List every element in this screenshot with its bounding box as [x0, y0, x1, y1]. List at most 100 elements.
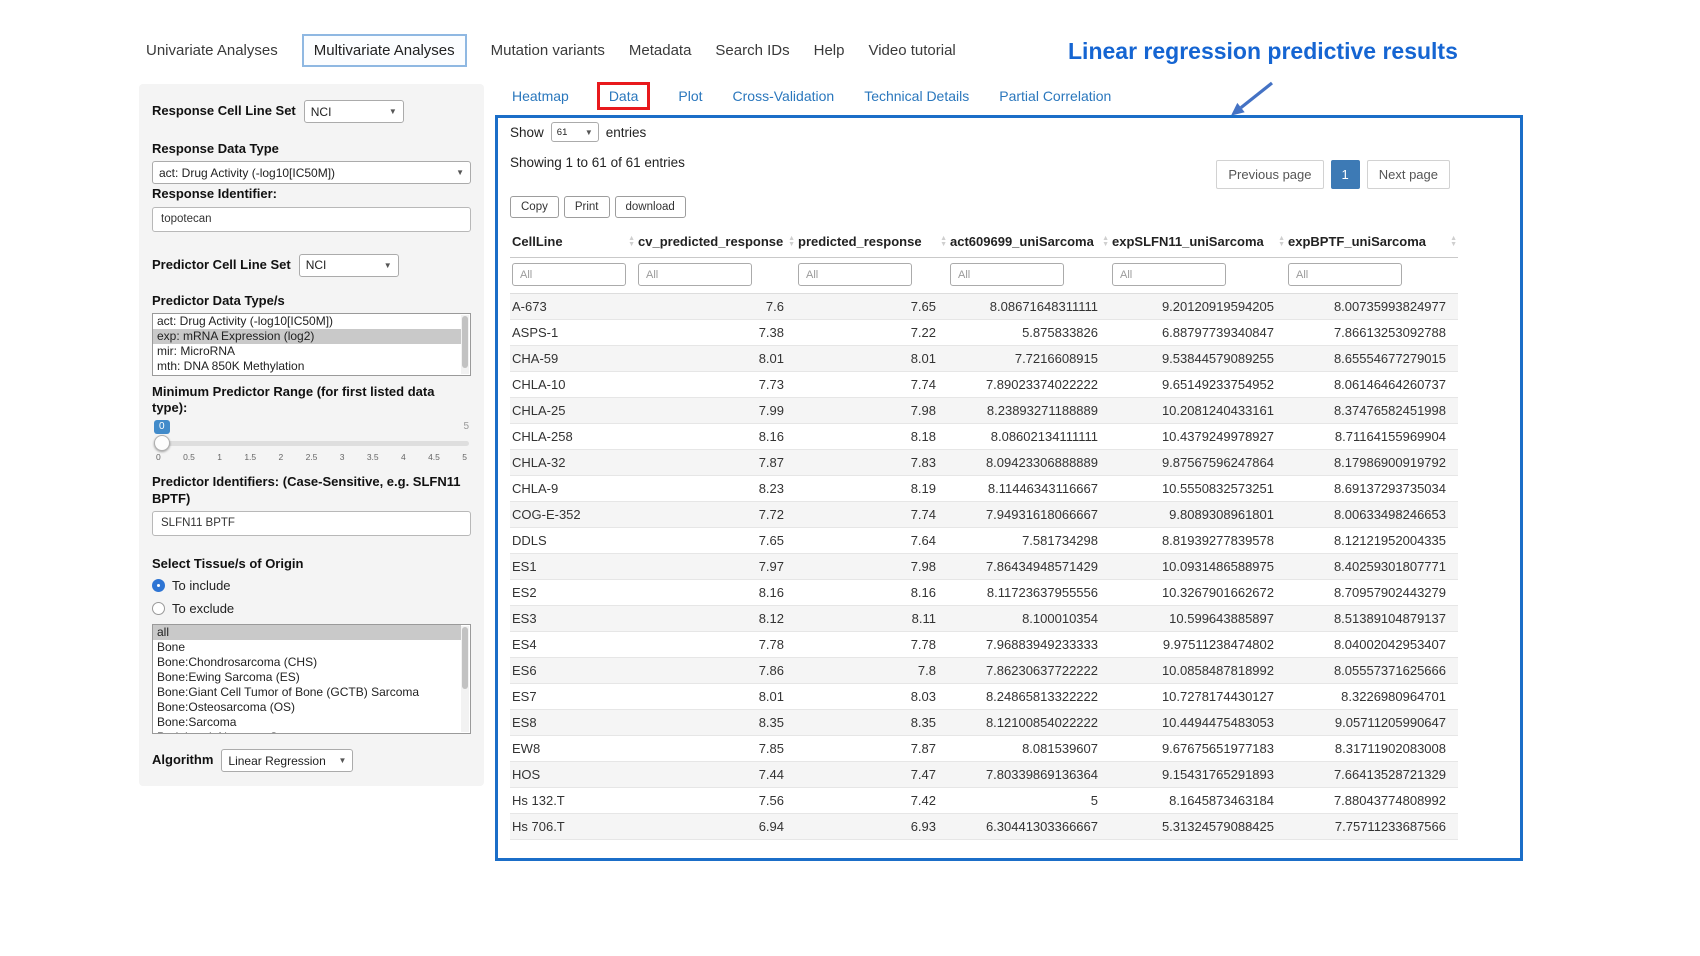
filter-cell	[636, 258, 796, 294]
cell-expbptf-unisarcoma: 8.3226980964701	[1286, 684, 1458, 710]
listbox-option[interactable]: mth: DNA 850K Methylation	[153, 359, 461, 374]
column-header[interactable]: CellLine ▲▼	[510, 226, 636, 258]
response-cell-line-set-select[interactable]: NCI ▼	[304, 100, 404, 123]
column-filter-input[interactable]	[512, 263, 626, 286]
scrollbar-thumb[interactable]	[462, 316, 468, 368]
listbox-option[interactable]: Bone:Giant Cell Tumor of Bone (GCTB) Sar…	[153, 685, 461, 700]
response-identifier-label: Response Identifier:	[152, 186, 471, 202]
tab-cross-validation[interactable]: Cross-Validation	[733, 88, 835, 104]
listbox-option[interactable]: Bone:Chondrosarcoma (CHS)	[153, 655, 461, 670]
cell-act609699-unisarcoma: 7.80339869136364	[948, 762, 1110, 788]
nav-item-video-tutorial[interactable]: Video tutorial	[868, 42, 955, 59]
slider-tick-label: 4	[401, 452, 406, 462]
slider-handle[interactable]	[154, 435, 170, 451]
nav-item-search-ids[interactable]: Search IDs	[715, 42, 789, 59]
tab-partial-correlation[interactable]: Partial Correlation	[999, 88, 1111, 104]
tab-data[interactable]: Data	[609, 88, 639, 104]
radio-to-exclude[interactable]: To exclude	[152, 601, 471, 616]
column-header[interactable]: cv_predicted_response ▲▼	[636, 226, 796, 258]
pagination-next-button[interactable]: Next page	[1367, 160, 1450, 189]
download-button[interactable]: download	[615, 196, 686, 218]
scrollbar[interactable]	[461, 315, 469, 374]
response-cell-line-set-value: NCI	[311, 105, 332, 119]
column-filter-input[interactable]	[798, 263, 912, 286]
slider-tick-label: 2.5	[306, 452, 318, 462]
listbox-option[interactable]: Bone:Osteosarcoma (OS)	[153, 700, 461, 715]
listbox-option[interactable]: exp: mRNA Expression (log2)	[153, 329, 461, 344]
cell-expslfn11-unisarcoma: 8.81939277839578	[1110, 528, 1286, 554]
table-row: COG-E-352 7.72 7.74 7.94931618066667 9.8…	[510, 502, 1458, 528]
slider-track[interactable]	[154, 441, 469, 446]
listbox-option[interactable]: Bone:Ewing Sarcoma (ES)	[153, 670, 461, 685]
nav-item-multivariate-analyses[interactable]: Multivariate Analyses	[302, 34, 467, 67]
cell-expbptf-unisarcoma: 8.00633498246653	[1286, 502, 1458, 528]
nav-item-help[interactable]: Help	[814, 42, 845, 59]
algorithm-value: Linear Regression	[228, 754, 325, 768]
tab-plot[interactable]: Plot	[678, 88, 702, 104]
column-filter-input[interactable]	[638, 263, 752, 286]
cell-predicted-response: 8.35	[796, 710, 948, 736]
listbox-option[interactable]: Bone	[153, 640, 461, 655]
scrollbar-thumb[interactable]	[462, 627, 468, 689]
cell-cellline: CHLA-25	[510, 398, 636, 424]
cell-cellline: ES3	[510, 606, 636, 632]
filter-cell	[796, 258, 948, 294]
radio-to-include[interactable]: To include	[152, 578, 471, 593]
response-data-type-select[interactable]: act: Drug Activity (-log10[IC50M]) ▼	[152, 161, 471, 184]
listbox-option[interactable]: mir: MicroRNA	[153, 344, 461, 359]
response-identifier-input[interactable]	[152, 207, 471, 232]
scrollbar[interactable]	[461, 626, 469, 732]
listbox-option[interactable]: all	[153, 625, 461, 640]
cell-cellline: ES7	[510, 684, 636, 710]
tab-heatmap[interactable]: Heatmap	[512, 88, 569, 104]
cell-predicted-response: 7.47	[796, 762, 948, 788]
column-header[interactable]: expBPTF_uniSarcoma ▲▼	[1286, 226, 1458, 258]
column-header-label: expBPTF_uniSarcoma	[1288, 234, 1426, 249]
predictor-identifiers-input[interactable]	[152, 511, 471, 536]
table-row: CHLA-10 7.73 7.74 7.89023374022222 9.651…	[510, 372, 1458, 398]
pagination-current-page[interactable]: 1	[1331, 160, 1360, 189]
entries-count-select[interactable]: 61 ▼	[551, 122, 599, 142]
copy-button[interactable]: Copy	[510, 196, 559, 218]
nav-item-metadata[interactable]: Metadata	[629, 42, 692, 59]
slider-tick-label: 1.5	[244, 452, 256, 462]
cell-expbptf-unisarcoma: 8.17986900919792	[1286, 450, 1458, 476]
table-row: Hs 706.T 6.94 6.93 6.30441303366667 5.31…	[510, 814, 1458, 840]
show-entries-suffix: entries	[606, 125, 647, 140]
column-header[interactable]: predicted_response ▲▼	[796, 226, 948, 258]
print-button[interactable]: Print	[564, 196, 610, 218]
column-header[interactable]: expSLFN11_uniSarcoma ▲▼	[1110, 226, 1286, 258]
cell-expslfn11-unisarcoma: 10.2081240433161	[1110, 398, 1286, 424]
cell-predicted-response: 7.22	[796, 320, 948, 346]
column-header[interactable]: act609699_uniSarcoma ▲▼	[948, 226, 1110, 258]
column-filter-input[interactable]	[1112, 263, 1226, 286]
cell-expbptf-unisarcoma: 8.12121952004335	[1286, 528, 1458, 554]
tissue-listbox: allBoneBone:Chondrosarcoma (CHS)Bone:Ewi…	[152, 624, 471, 734]
listbox-option[interactable]: Bone:Sarcoma	[153, 715, 461, 730]
cell-predicted-response: 7.64	[796, 528, 948, 554]
cell-cv-predicted-response: 6.94	[636, 814, 796, 840]
algorithm-select[interactable]: Linear Regression ▼	[221, 749, 353, 772]
cell-expslfn11-unisarcoma: 9.87567596247864	[1110, 450, 1286, 476]
chevron-down-icon: ▼	[389, 107, 397, 116]
table-row: CHLA-32 7.87 7.83 8.09423306888889 9.875…	[510, 450, 1458, 476]
listbox-option[interactable]: act: Drug Activity (-log10[IC50M])	[153, 314, 461, 329]
predictor-cell-line-set-select[interactable]: NCI ▼	[299, 254, 399, 277]
cell-cv-predicted-response: 8.23	[636, 476, 796, 502]
column-filter-input[interactable]	[1288, 263, 1402, 286]
tab-technical-details[interactable]: Technical Details	[864, 88, 969, 104]
predictor-cell-line-set-value: NCI	[306, 258, 327, 272]
pagination-previous-button[interactable]: Previous page	[1216, 160, 1323, 189]
nav-item-univariate-analyses[interactable]: Univariate Analyses	[146, 42, 278, 59]
cell-cv-predicted-response: 7.72	[636, 502, 796, 528]
cell-cellline: ASPS-1	[510, 320, 636, 346]
cell-predicted-response: 7.65	[796, 294, 948, 320]
radio-to-include-label: To include	[172, 578, 231, 593]
column-filter-input[interactable]	[950, 263, 1064, 286]
listbox-option[interactable]: Peripheral_Nervous_System	[153, 730, 461, 734]
cell-expbptf-unisarcoma: 8.71164155969904	[1286, 424, 1458, 450]
nav-item-mutation-variants[interactable]: Mutation variants	[491, 42, 605, 59]
min-predictor-range-label: Minimum Predictor Range (for first liste…	[152, 384, 471, 417]
cell-predicted-response: 7.8	[796, 658, 948, 684]
table-row: CHLA-9 8.23 8.19 8.11446343116667 10.555…	[510, 476, 1458, 502]
